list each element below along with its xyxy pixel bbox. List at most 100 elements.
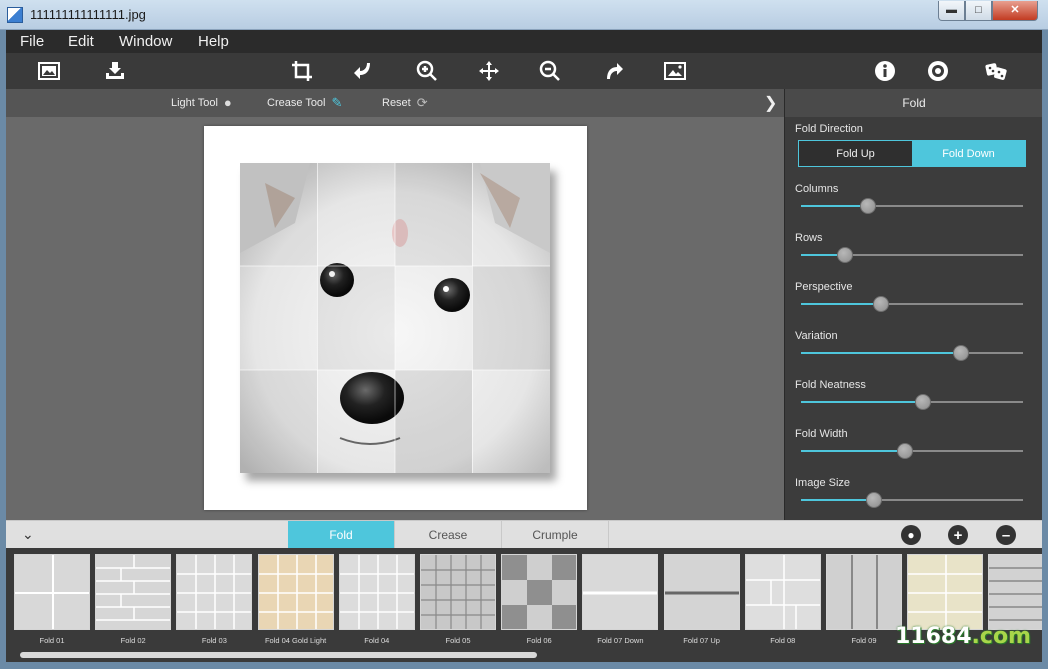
- preset-item[interactable]: Fold 03: [176, 554, 253, 646]
- tab-crease[interactable]: Crease: [395, 521, 502, 549]
- pan-icon[interactable]: [474, 56, 504, 86]
- slider-variation[interactable]: [801, 345, 1023, 361]
- lightbulb-icon: ●: [223, 95, 232, 110]
- fold-settings-panel: Fold Direction Fold Up Fold Down Columns…: [784, 117, 1042, 520]
- preset-thumbnail: [338, 554, 415, 630]
- toolbar: [6, 53, 1042, 89]
- slider-perspective[interactable]: [801, 296, 1023, 312]
- slider-thumb[interactable]: [837, 247, 854, 263]
- preset-thumbnail: [14, 554, 90, 630]
- slider-columns[interactable]: [801, 198, 1023, 214]
- panel-header: Fold: [784, 89, 1042, 117]
- rotate-right-icon[interactable]: [598, 56, 628, 86]
- slider-label: Image Size: [795, 477, 851, 489]
- title-bar: 111111111111111.jpg ▬ □ ✕: [0, 0, 1048, 30]
- slider-rows[interactable]: [801, 247, 1023, 263]
- preset-thumbnail: [257, 554, 334, 630]
- pencil-icon: ✎: [331, 95, 343, 110]
- light-tool-label: Light Tool: [171, 96, 218, 109]
- app-icon: [7, 7, 23, 23]
- menu-file[interactable]: File: [20, 33, 44, 50]
- crease-tool-button[interactable]: Crease Tool ✎: [267, 95, 342, 111]
- horizontal-scrollbar[interactable]: [20, 652, 537, 658]
- minimize-button[interactable]: ▬: [938, 1, 965, 21]
- reset-label: Reset: [382, 97, 411, 109]
- info-icon[interactable]: [870, 56, 900, 86]
- preset-item[interactable]: Fold 06: [501, 554, 578, 646]
- slider-thumb[interactable]: [897, 443, 914, 459]
- slider-label: Fold Neatness: [795, 379, 866, 391]
- preset-thumbnail: [420, 554, 496, 630]
- crop-icon[interactable]: [287, 56, 317, 86]
- preset-label: Fold 07 Down: [597, 636, 644, 645]
- preset-thumbnail: [826, 554, 902, 630]
- menu-window[interactable]: Window: [119, 33, 172, 50]
- slider-thumb[interactable]: [872, 296, 889, 312]
- close-button[interactable]: ✕: [992, 1, 1038, 21]
- fold-up-button[interactable]: Fold Up: [799, 141, 912, 166]
- zoom-in-icon[interactable]: [412, 56, 442, 86]
- preset-thumbnail: [988, 554, 1042, 630]
- preset-tabs-bar: ⌄ Fold Crease Crumple ● + –: [6, 520, 1042, 549]
- preset-item[interactable]: Fold 08: [744, 554, 821, 646]
- slider-label: Variation: [795, 330, 838, 342]
- preset-label: Fold 04: [364, 636, 390, 645]
- settings-icon[interactable]: [923, 56, 953, 86]
- preset-label: Fold 05: [445, 636, 471, 645]
- zoom-out-icon[interactable]: [535, 56, 565, 86]
- preset-item[interactable]: Fold 04 Gold Light: [257, 554, 334, 646]
- dog-photo: [240, 163, 550, 473]
- random-dice-icon[interactable]: [981, 56, 1011, 86]
- preset-item[interactable]: Fold 07 Down: [582, 554, 659, 646]
- preset-thumbnail: [95, 554, 172, 630]
- open-image-icon[interactable]: [34, 56, 64, 86]
- slider-label: Columns: [795, 183, 839, 195]
- reset-button[interactable]: Reset ⟳: [382, 95, 428, 111]
- image-canvas[interactable]: [6, 117, 784, 520]
- preset-item[interactable]: Fold 07 Up: [663, 554, 740, 646]
- fold-direction-label: Fold Direction: [795, 123, 863, 135]
- slider-label: Rows: [795, 232, 823, 244]
- slider-fold-width[interactable]: [801, 443, 1023, 459]
- menu-bar: File Edit Window Help: [6, 30, 1042, 53]
- tab-crumple[interactable]: Crumple: [502, 521, 609, 549]
- chevron-down-icon[interactable]: ⌄: [22, 526, 34, 543]
- palette-icon[interactable]: ●: [901, 525, 921, 545]
- slider-fill: [801, 352, 961, 354]
- fold-direction-toggle: Fold Up Fold Down: [798, 140, 1026, 167]
- preset-item[interactable]: Fold 02: [95, 554, 172, 646]
- rotate-left-icon[interactable]: [349, 56, 379, 86]
- preset-thumbnail: [176, 554, 253, 630]
- add-preset-icon[interactable]: +: [948, 525, 968, 545]
- menu-edit[interactable]: Edit: [68, 33, 94, 50]
- chevron-right-icon[interactable]: ❯: [764, 93, 777, 113]
- preset-item[interactable]: Fold 01: [14, 554, 90, 646]
- reset-icon: ⟳: [416, 95, 428, 110]
- preset-label: Fold 04 Gold Light: [264, 636, 327, 645]
- slider-thumb[interactable]: [952, 345, 969, 361]
- tab-fold[interactable]: Fold: [288, 521, 395, 549]
- slider-thumb[interactable]: [866, 492, 883, 508]
- slider-thumb[interactable]: [859, 198, 876, 214]
- fold-down-button[interactable]: Fold Down: [912, 141, 1025, 166]
- preset-item[interactable]: Fold 05: [420, 554, 496, 646]
- save-icon[interactable]: [100, 56, 130, 86]
- remove-preset-icon[interactable]: –: [996, 525, 1016, 545]
- output-paper: [204, 126, 587, 510]
- preset-item[interactable]: Fold 04: [338, 554, 415, 646]
- slider-thumb[interactable]: [915, 394, 932, 410]
- tool-options-bar: Light Tool ● Crease Tool ✎ Reset ⟳ ❯: [6, 89, 784, 117]
- light-tool-button[interactable]: Light Tool ●: [171, 95, 232, 110]
- menu-help[interactable]: Help: [198, 33, 229, 50]
- slider-image-size[interactable]: [801, 492, 1023, 508]
- preset-thumbnail: [582, 554, 659, 630]
- preset-item[interactable]: Fold 09: [826, 554, 902, 646]
- slider-fill: [801, 499, 875, 501]
- slider-fill: [801, 205, 868, 207]
- preset-thumbnail: [907, 554, 984, 630]
- crease-tool-label: Crease Tool: [267, 97, 326, 109]
- slider-fold-neatness[interactable]: [801, 394, 1023, 410]
- maximize-button[interactable]: □: [965, 1, 992, 21]
- fit-image-icon[interactable]: [660, 56, 690, 86]
- preset-label: Fold 03: [201, 636, 227, 645]
